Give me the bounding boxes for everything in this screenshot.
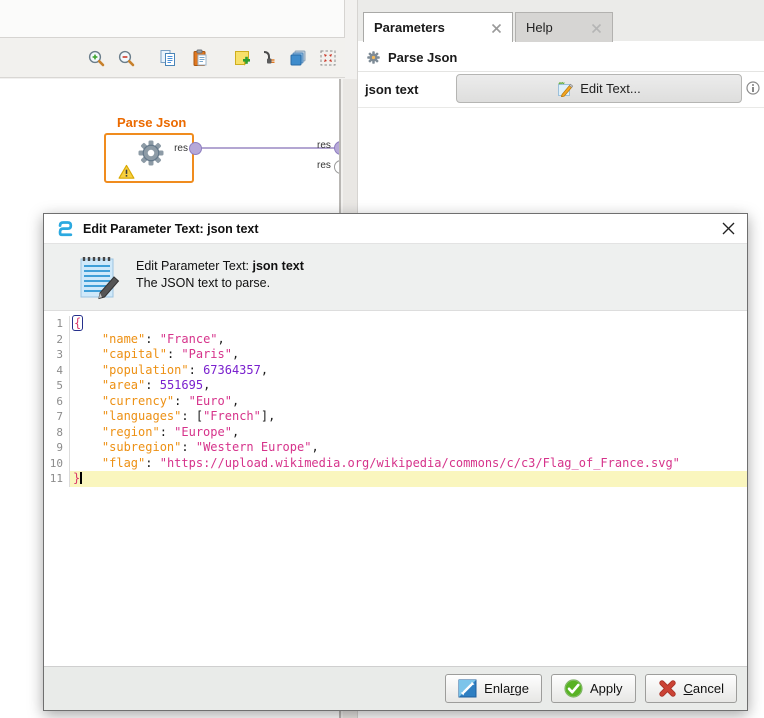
- result-port-label-1: res: [317, 140, 331, 151]
- notepad-pencil-icon: [76, 253, 122, 301]
- info-icon[interactable]: [746, 81, 760, 95]
- code-text[interactable]: "currency": "Euro",: [70, 394, 747, 410]
- operator-parameters-header: Parse Json: [358, 44, 764, 70]
- result-port-1[interactable]: [334, 141, 341, 155]
- json-text-editor[interactable]: 1{2 "name": "France",3 "capital": "Paris…: [44, 311, 747, 667]
- enlarge-icon: [458, 679, 477, 698]
- edit-text-button-label: Edit Text...: [580, 81, 640, 96]
- code-text[interactable]: "languages": ["French"],: [70, 409, 747, 425]
- cancel-button[interactable]: Cancel: [645, 674, 737, 703]
- line-number: 5: [44, 378, 70, 394]
- tab-close-icon[interactable]: [491, 22, 502, 33]
- tab-close-icon[interactable]: [591, 22, 602, 33]
- edit-parameter-text-dialog: Edit Parameter Text: json text Edit Para…: [43, 213, 748, 711]
- line-number: 3: [44, 347, 70, 363]
- operator-gear-icon: [136, 138, 166, 168]
- connect-icon[interactable]: [261, 49, 279, 67]
- enlarge-button[interactable]: Enlarge: [445, 674, 542, 703]
- dialog-footer: Enlarge Apply Cancel: [44, 666, 747, 710]
- code-line[interactable]: 8 "region": "Europe",: [44, 425, 747, 441]
- line-number: 1: [44, 316, 70, 332]
- operator-parse-json[interactable]: res: [104, 133, 194, 183]
- apply-button[interactable]: Apply: [551, 674, 636, 703]
- code-line[interactable]: 4 "population": 67364357,: [44, 363, 747, 379]
- app-logo-icon: [56, 220, 74, 238]
- code-text[interactable]: "population": 67364357,: [70, 363, 747, 379]
- code-text[interactable]: "region": "Europe",: [70, 425, 747, 441]
- line-number: 9: [44, 440, 70, 456]
- separator: [358, 71, 764, 72]
- apply-check-icon: [564, 679, 583, 698]
- code-text[interactable]: "name": "France",: [70, 332, 747, 348]
- code-line[interactable]: 7 "languages": ["French"],: [44, 409, 747, 425]
- code-text[interactable]: "area": 551695,: [70, 378, 747, 394]
- line-number: 10: [44, 456, 70, 472]
- upper-left-panel: [0, 0, 345, 38]
- code-text[interactable]: }: [70, 471, 747, 487]
- code-text[interactable]: "capital": "Paris",: [70, 347, 747, 363]
- line-number: 6: [44, 394, 70, 410]
- bring-to-front-icon[interactable]: [289, 49, 307, 67]
- line-number: 2: [44, 332, 70, 348]
- operator-output-port-label: res: [174, 143, 188, 154]
- code-line[interactable]: 10 "flag": "https://upload.wikimedia.org…: [44, 456, 747, 472]
- cancel-x-icon: [658, 679, 677, 698]
- code-line[interactable]: 6 "currency": "Euro",: [44, 394, 747, 410]
- dialog-description: The JSON text to parse.: [136, 276, 270, 290]
- copy-icon[interactable]: [159, 49, 177, 67]
- code-text[interactable]: "subregion": "Western Europe",: [70, 440, 747, 456]
- line-number: 7: [44, 409, 70, 425]
- warning-icon: [118, 164, 135, 179]
- tab-help-label: Help: [526, 20, 553, 35]
- code-text[interactable]: {: [70, 316, 747, 332]
- code-line[interactable]: 3 "capital": "Paris",: [44, 347, 747, 363]
- pencil-icon: [557, 81, 573, 97]
- separator: [358, 107, 764, 108]
- dialog-heading: Edit Parameter Text: json text: [136, 259, 304, 273]
- operator-output-port[interactable]: [189, 142, 202, 155]
- dialog-header: Edit Parameter Text: json text The JSON …: [44, 244, 747, 311]
- gear-icon: [366, 50, 381, 65]
- code-line[interactable]: 1{: [44, 316, 747, 332]
- code-line[interactable]: 11}: [44, 471, 747, 487]
- tab-help[interactable]: Help: [515, 12, 613, 42]
- zoom-in-icon[interactable]: [87, 49, 105, 67]
- tab-parameters-label: Parameters: [374, 20, 445, 35]
- line-number: 8: [44, 425, 70, 441]
- code-text[interactable]: "flag": "https://upload.wikimedia.org/wi…: [70, 456, 747, 472]
- operator-header-label: Parse Json: [388, 50, 457, 65]
- code-line[interactable]: 2 "name": "France",: [44, 332, 747, 348]
- fit-view-icon[interactable]: [319, 49, 337, 67]
- zoom-out-icon[interactable]: [117, 49, 135, 67]
- edit-text-button[interactable]: Edit Text...: [456, 74, 742, 103]
- add-note-icon[interactable]: [233, 49, 251, 67]
- line-number: 11: [44, 471, 70, 487]
- dialog-title: Edit Parameter Text: json text: [83, 222, 259, 236]
- param-json-text-label: json text: [365, 82, 418, 97]
- result-port-label-2: res: [317, 160, 331, 171]
- code-line[interactable]: 9 "subregion": "Western Europe",: [44, 440, 747, 456]
- process-canvas-toolbar: [0, 39, 345, 78]
- dialog-titlebar[interactable]: Edit Parameter Text: json text: [44, 214, 747, 244]
- code-line[interactable]: 5 "area": 551695,: [44, 378, 747, 394]
- dialog-close-icon[interactable]: [722, 222, 735, 235]
- operator-title: Parse Json: [117, 115, 186, 130]
- tab-parameters[interactable]: Parameters: [363, 12, 513, 42]
- panel-tabstrip: Parameters Help: [358, 0, 764, 42]
- text-caret: [80, 472, 82, 484]
- line-number: 4: [44, 363, 70, 379]
- paste-icon[interactable]: [191, 49, 209, 67]
- result-port-2[interactable]: [334, 160, 341, 174]
